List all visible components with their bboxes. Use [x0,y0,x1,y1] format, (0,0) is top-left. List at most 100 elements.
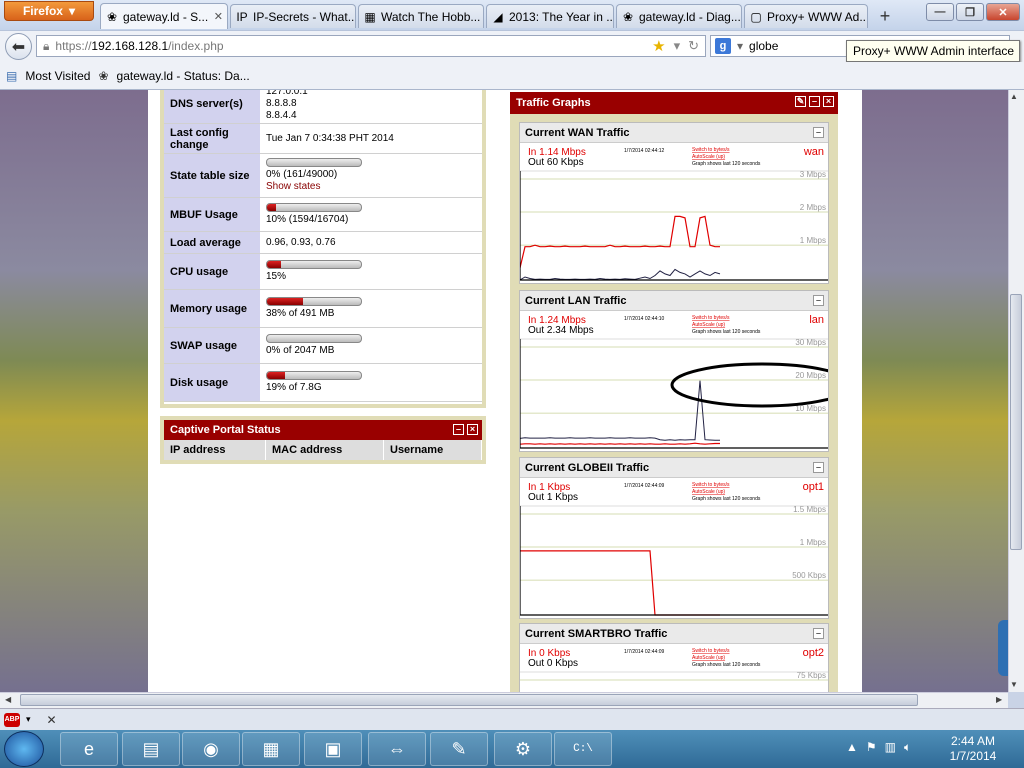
close-tab-icon[interactable]: ✕ [214,10,223,23]
minimize-button[interactable]: — [926,3,954,21]
graph-header: Current LAN Traffic – [520,291,828,311]
state-value: 0% (161/49000) [266,169,338,180]
autoscale-link[interactable]: AutoScale (up) [692,322,725,328]
explorer-icon: ▤ [142,738,160,759]
close-addon-bar-icon[interactable]: ✕ [47,713,57,727]
taskbar-app-6[interactable]: ⇔ [368,732,426,766]
scroll-down-icon[interactable]: ▼ [1010,680,1018,689]
tab-6[interactable]: ▢ Proxy+ WWW Ad... [744,4,868,28]
traffic-graph-wan: Current WAN Traffic – In 1.14 Mbps Out 60 K… [519,122,829,284]
taskbar-app-4[interactable]: ▦ [242,732,300,766]
memory-usage-bar [266,297,362,306]
back-button[interactable]: ⬅ [5,33,32,60]
column-username: Username [384,440,482,460]
bookmark-most-visited[interactable]: Most Visited [25,69,90,83]
switch-to-bytes-link[interactable]: Switch to bytes/s [692,147,730,153]
cpu-value: 15% [266,271,287,282]
config-cell: Tue Jan 7 0:34:38 PHT 2014 [260,124,482,153]
scroll-right-icon[interactable]: ▶ [996,695,1002,704]
taskbar-app-3[interactable]: ◉ [182,732,240,766]
graph-shows-text: Graph shows last 120 seconds [692,662,761,668]
autoscale-link[interactable]: AutoScale (up) [692,154,725,160]
graph-title: Current SMARTBRO Traffic [525,627,668,640]
bookmark-gateway-status[interactable]: gateway.ld - Status: Da... [117,69,250,83]
minimize-panel-icon[interactable]: – [809,96,820,107]
switch-to-bytes-link[interactable]: Switch to bytes/s [692,648,730,654]
status-row-dns: DNS server(s) 127.0.0.1 8.8.8.8 8.8.4.4 [164,90,482,124]
taskbar-app-9[interactable]: C:\ [554,732,612,766]
tab-2[interactable]: IP IP-Secrets - What... [230,4,356,28]
memory-usage-fill [267,298,303,305]
interface-name: opt2 [803,647,824,659]
grid-label: 75 Kbps [797,671,826,680]
google-icon[interactable]: g [715,38,731,54]
taskbar-app-7[interactable]: ✎ [430,732,488,766]
close-panel-icon[interactable]: × [823,96,834,107]
search-input[interactable]: globe [749,39,778,53]
firefox-menu-button[interactable]: Firefox ▾ [4,1,94,21]
minimize-graph-icon[interactable]: – [813,295,824,306]
tab-1[interactable]: ❀ gateway.ld - S... ✕ [100,3,228,29]
graph-shows-text: Graph shows last 120 seconds [692,496,761,502]
reload-icon[interactable]: ↻ [688,38,699,54]
tab-5[interactable]: ❀ gateway.ld - Diag... [616,4,742,28]
vertical-scroll-thumb[interactable] [1010,294,1022,550]
network-icon[interactable]: ▥ [885,740,896,760]
volume-icon[interactable]: 🔈︎ [904,740,911,760]
autoscale-link[interactable]: AutoScale (up) [692,655,725,661]
captive-portal-panel: Captive Portal Status – × IP address MAC … [160,416,486,464]
taskbar-app-5[interactable]: ▣ [304,732,362,766]
disk-usage-bar [266,371,362,380]
close-panel-icon[interactable]: × [467,424,478,435]
minimize-graph-icon[interactable]: – [813,462,824,473]
minimize-graph-icon[interactable]: – [813,127,824,138]
search-engine-dropdown-icon[interactable]: ▾ [737,39,743,53]
clock[interactable]: 2:44 AM 1/7/2014 [940,734,1006,766]
show-hidden-icons[interactable]: ▲ [846,740,858,760]
grid-label: 3 Mbps [800,170,826,179]
mbuf-usage-bar [266,203,362,212]
tab-4[interactable]: ◢ 2013: The Year in ... [486,4,614,28]
show-states-link[interactable]: Show states [266,181,476,193]
dropdown-icon[interactable]: ▾ [674,38,681,54]
autoscale-link[interactable]: AutoScale (up) [692,489,725,495]
minimize-panel-icon[interactable]: – [453,424,464,435]
minimize-graph-icon[interactable]: – [813,628,824,639]
traffic-graphs-title: Traffic Graphs [516,97,591,109]
graph-timestamp: 1/7/2014 02:44:12 [624,148,665,154]
captive-portal-title: Captive Portal Status [170,424,281,436]
action-center-icon[interactable]: ⚑ [866,740,877,760]
traffic-graph-opt2: Current SMARTBRO Traffic – In 0 Kbps Out 0 … [519,623,829,692]
scroll-left-icon[interactable]: ◀ [5,695,11,704]
grid-label: 2 Mbps [800,203,826,212]
chevron-down-icon[interactable]: ▾ [26,714,31,725]
scroll-up-icon[interactable]: ▲ [1010,92,1018,101]
swap-label: SWAP usage [164,328,260,363]
graph-title: Current LAN Traffic [525,294,627,307]
url-bar[interactable]: 🔒︎ https://192.168.128.1/index.php ★ ▾ ↻ [36,35,706,57]
maximize-button[interactable]: ❐ [956,3,984,21]
taskbar-app-8[interactable]: ⚙ [494,732,552,766]
clock-date: 1/7/2014 [949,749,997,763]
taskbar-app-1[interactable]: e [60,732,118,766]
tab-3[interactable]: ▦ Watch The Hobb... [358,4,484,28]
adblock-icon[interactable]: ABP [4,712,20,727]
control-panel-icon: ▦ [262,738,280,759]
swap-usage-bar [266,334,362,343]
in-series-line [520,442,720,445]
ipsecrets-icon: IP [236,9,248,24]
switch-to-bytes-link[interactable]: Switch to bytes/s [692,482,730,488]
taskbar-app-2[interactable]: ▤ [122,732,180,766]
mbuf-usage-fill [267,204,277,211]
status-row-swap: SWAP usage 0% of 2047 MB [164,328,482,364]
switch-to-bytes-link[interactable]: Switch to bytes/s [692,315,730,321]
bookmark-star-icon[interactable]: ★ [652,37,665,55]
graph-header: Current SMARTBRO Traffic – [520,624,828,644]
teamviewer-side-tab[interactable] [998,620,1008,676]
horizontal-scroll-thumb[interactable] [20,694,918,706]
settings-panel-icon[interactable]: ✎ [795,96,806,107]
new-tab-button[interactable]: + [872,5,898,27]
interface-name: lan [809,314,824,326]
close-window-button[interactable]: ✕ [986,3,1020,21]
start-button[interactable] [4,731,44,767]
